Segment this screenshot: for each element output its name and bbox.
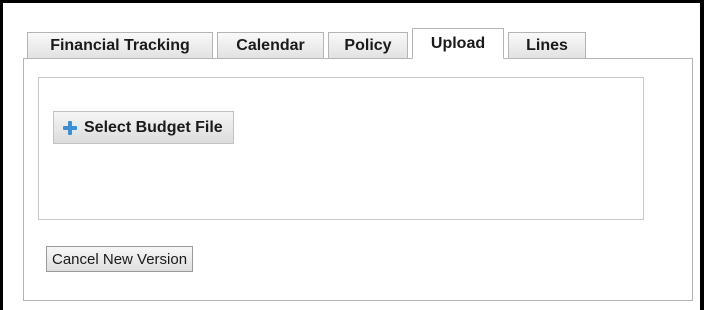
select-budget-file-label: Select Budget File [84, 118, 223, 136]
tab-label: Calendar [236, 36, 305, 54]
cancel-new-version-button[interactable]: Cancel New Version [46, 246, 194, 272]
tab-upload[interactable]: Upload [412, 28, 504, 59]
tab-calendar[interactable]: Calendar [217, 32, 324, 59]
tab-label: Financial Tracking [50, 36, 190, 54]
tab-lines[interactable]: Lines [508, 32, 586, 59]
plus-icon [63, 120, 77, 135]
upload-area: Select Budget File [38, 77, 644, 220]
select-budget-file-button[interactable]: Select Budget File [53, 111, 234, 144]
tab-label: Lines [526, 36, 568, 54]
tab-bar: Financial Tracking Calendar Policy Uploa… [27, 28, 590, 59]
window-frame: Financial Tracking Calendar Policy Uploa… [0, 0, 704, 310]
upload-tab-panel: Select Budget File Cancel New Version [23, 58, 693, 301]
cancel-new-version-label: Cancel New Version [52, 250, 188, 268]
tab-policy[interactable]: Policy [328, 32, 408, 59]
tab-label: Upload [430, 34, 486, 52]
tab-financial-tracking[interactable]: Financial Tracking [27, 32, 213, 59]
tab-label: Policy [344, 36, 392, 54]
